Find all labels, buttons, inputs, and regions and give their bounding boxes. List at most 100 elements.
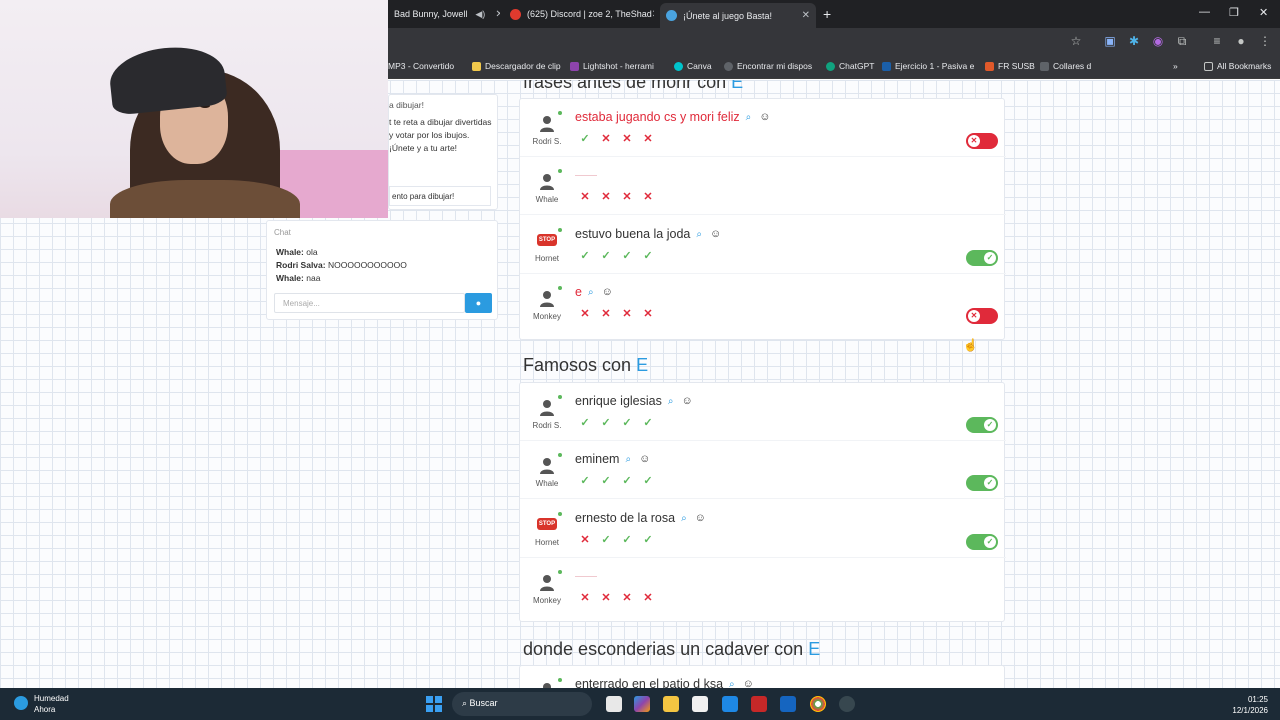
votes: ✕ ✕ ✕ ✕: [578, 190, 655, 204]
valid-toggle[interactable]: ✓: [966, 475, 998, 491]
valid-toggle[interactable]: ✓: [966, 417, 998, 433]
pen-icon: [570, 61, 579, 71]
valid-toggle[interactable]: ✕: [966, 308, 998, 324]
bookmark-item[interactable]: Ejercicio 1 - Pasiva e: [882, 61, 974, 71]
tab-bad-bunny[interactable]: Bad Bunny, Jowell ◀) ✕: [388, 3, 500, 25]
extension-icon[interactable]: ◉: [1151, 34, 1165, 48]
online-indicator: [558, 286, 562, 290]
check-icon: ✓: [984, 252, 996, 264]
chat-input[interactable]: Mensaje...: [274, 293, 465, 313]
dell-icon[interactable]: [722, 696, 738, 712]
search-icon[interactable]: ⌕: [746, 112, 752, 123]
answer-label: eminem: [575, 452, 620, 466]
file-explorer-icon[interactable]: [663, 696, 679, 712]
cross-icon: ✕: [601, 592, 611, 604]
chrome-icon[interactable]: [810, 696, 826, 712]
translate-icon[interactable]: ▣: [1103, 34, 1117, 48]
extension-icon[interactable]: ✱: [1127, 34, 1141, 48]
bookmark-item[interactable]: FR SUSB: [985, 61, 1035, 71]
window-close-icon[interactable]: ✕: [1259, 6, 1268, 19]
online-indicator: [558, 453, 562, 457]
send-button[interactable]: ●: [465, 293, 492, 313]
mcafee-icon[interactable]: [751, 696, 767, 712]
speaker-icon: ◀): [475, 8, 486, 19]
online-indicator: [558, 169, 562, 173]
bookmark-label: FR SUSB: [998, 61, 1035, 71]
check-icon: ✓: [601, 475, 611, 487]
bookmark-item[interactable]: ChatGPT: [826, 61, 874, 71]
check-icon: ✓: [601, 534, 611, 546]
app-icon[interactable]: [839, 696, 855, 712]
answer-label: estuvo buena la joda: [575, 227, 691, 241]
answer-label: e: [575, 285, 582, 299]
check-icon: ✓: [643, 475, 653, 487]
online-indicator: [558, 228, 562, 232]
media-icon[interactable]: ≡: [1210, 34, 1224, 48]
cross-icon: ✕: [643, 191, 653, 203]
section-title-text: frases antes de morir con: [523, 80, 727, 92]
tab-label: (625) Discord | zoe 2, TheShad: [527, 9, 652, 19]
emoji-icon[interactable]: ☺: [710, 228, 721, 240]
answer-row: STOP Hornet estuvo buena la joda ⌕ ☺ ✓ ✓ ✓ ✓ ✓: [520, 216, 1006, 274]
tab-basta[interactable]: ¡Únete al juego Basta! ✕: [660, 3, 816, 28]
bookmark-item[interactable]: MP3 - Convertido: [388, 61, 454, 71]
player-name: Whale: [535, 195, 559, 204]
bookmark-item[interactable]: Encontrar mi dispos: [724, 61, 812, 71]
copilot-icon[interactable]: [634, 696, 650, 712]
emoji-icon[interactable]: ☺: [695, 512, 706, 524]
section-letter: E: [731, 80, 744, 92]
bookmark-item[interactable]: Canva: [674, 61, 712, 71]
row-divider: [520, 498, 1006, 499]
close-icon[interactable]: ✕: [652, 9, 654, 20]
user-icon: [540, 116, 554, 132]
bookmark-label: Canva: [687, 61, 712, 71]
answer-label: ernesto de la rosa: [575, 511, 676, 525]
bookmark-item[interactable]: Lightshot - herrami: [570, 61, 654, 71]
check-icon: ✓: [622, 250, 632, 262]
votes: ✕ ✓ ✓ ✓: [578, 533, 655, 547]
bookmark-item[interactable]: Collares d: [1040, 61, 1091, 71]
emoji-icon[interactable]: ☺: [681, 395, 692, 407]
emoji-icon[interactable]: ☺: [602, 286, 613, 298]
search-icon[interactable]: ⌕: [588, 287, 594, 298]
bookmark-item[interactable]: All Bookmarks: [1204, 61, 1271, 71]
check-icon: ✓: [580, 475, 590, 487]
puzzle-icon[interactable]: ⧉: [1175, 34, 1189, 48]
search-icon[interactable]: ⌕: [681, 513, 687, 524]
answer-label: estaba jugando cs y mori feliz: [575, 110, 740, 124]
emoji-icon[interactable]: ☺: [759, 111, 770, 123]
outlook-icon[interactable]: [780, 696, 796, 712]
avatar[interactable]: ●: [1234, 34, 1248, 48]
maximize-icon[interactable]: ❐: [1229, 6, 1239, 19]
user-icon: [540, 291, 554, 307]
invite-button[interactable]: ento para dibujar!: [389, 186, 491, 206]
player-name: Monkey: [532, 596, 561, 605]
tab-discord[interactable]: (625) Discord | zoe 2, TheShad ✕: [504, 3, 654, 25]
valid-toggle[interactable]: ✓: [966, 534, 998, 550]
search-icon[interactable]: ⌕: [625, 454, 631, 465]
person-body: [110, 180, 300, 218]
chat-text: NOOOOOOOOOOO: [327, 260, 407, 270]
new-tab-button[interactable]: +: [823, 6, 831, 22]
emoji-icon[interactable]: ☺: [743, 678, 754, 688]
windows-start-icon[interactable]: [426, 696, 442, 712]
valid-toggle[interactable]: ✓: [966, 250, 998, 266]
uk-flag-icon: [882, 61, 891, 71]
answer-text: estuvo buena la joda ⌕ ☺: [575, 227, 721, 241]
bookmarks-overflow-icon[interactable]: »: [1173, 61, 1178, 71]
emoji-icon[interactable]: ☺: [639, 453, 650, 465]
menu-icon[interactable]: ⋮: [1258, 34, 1272, 48]
search-icon[interactable]: ⌕: [668, 396, 674, 407]
close-icon[interactable]: ✕: [495, 9, 500, 20]
valid-toggle[interactable]: ✕: [966, 133, 998, 149]
minimize-icon[interactable]: —: [1199, 6, 1210, 18]
close-icon[interactable]: ✕: [802, 10, 810, 21]
search-icon[interactable]: ⌕: [696, 229, 702, 240]
search-icon[interactable]: ⌕: [729, 679, 735, 689]
task-view-icon[interactable]: [606, 696, 622, 712]
star-icon[interactable]: ☆: [1069, 34, 1083, 48]
answer-row: Monkey e ⌕ ☺ ✕ ✕ ✕ ✕ ✕: [520, 274, 1006, 332]
taskbar-search[interactable]: ⌕ Buscar: [452, 692, 592, 716]
bookmark-item[interactable]: Descargador de clip: [472, 61, 561, 71]
store-icon[interactable]: [692, 696, 708, 712]
